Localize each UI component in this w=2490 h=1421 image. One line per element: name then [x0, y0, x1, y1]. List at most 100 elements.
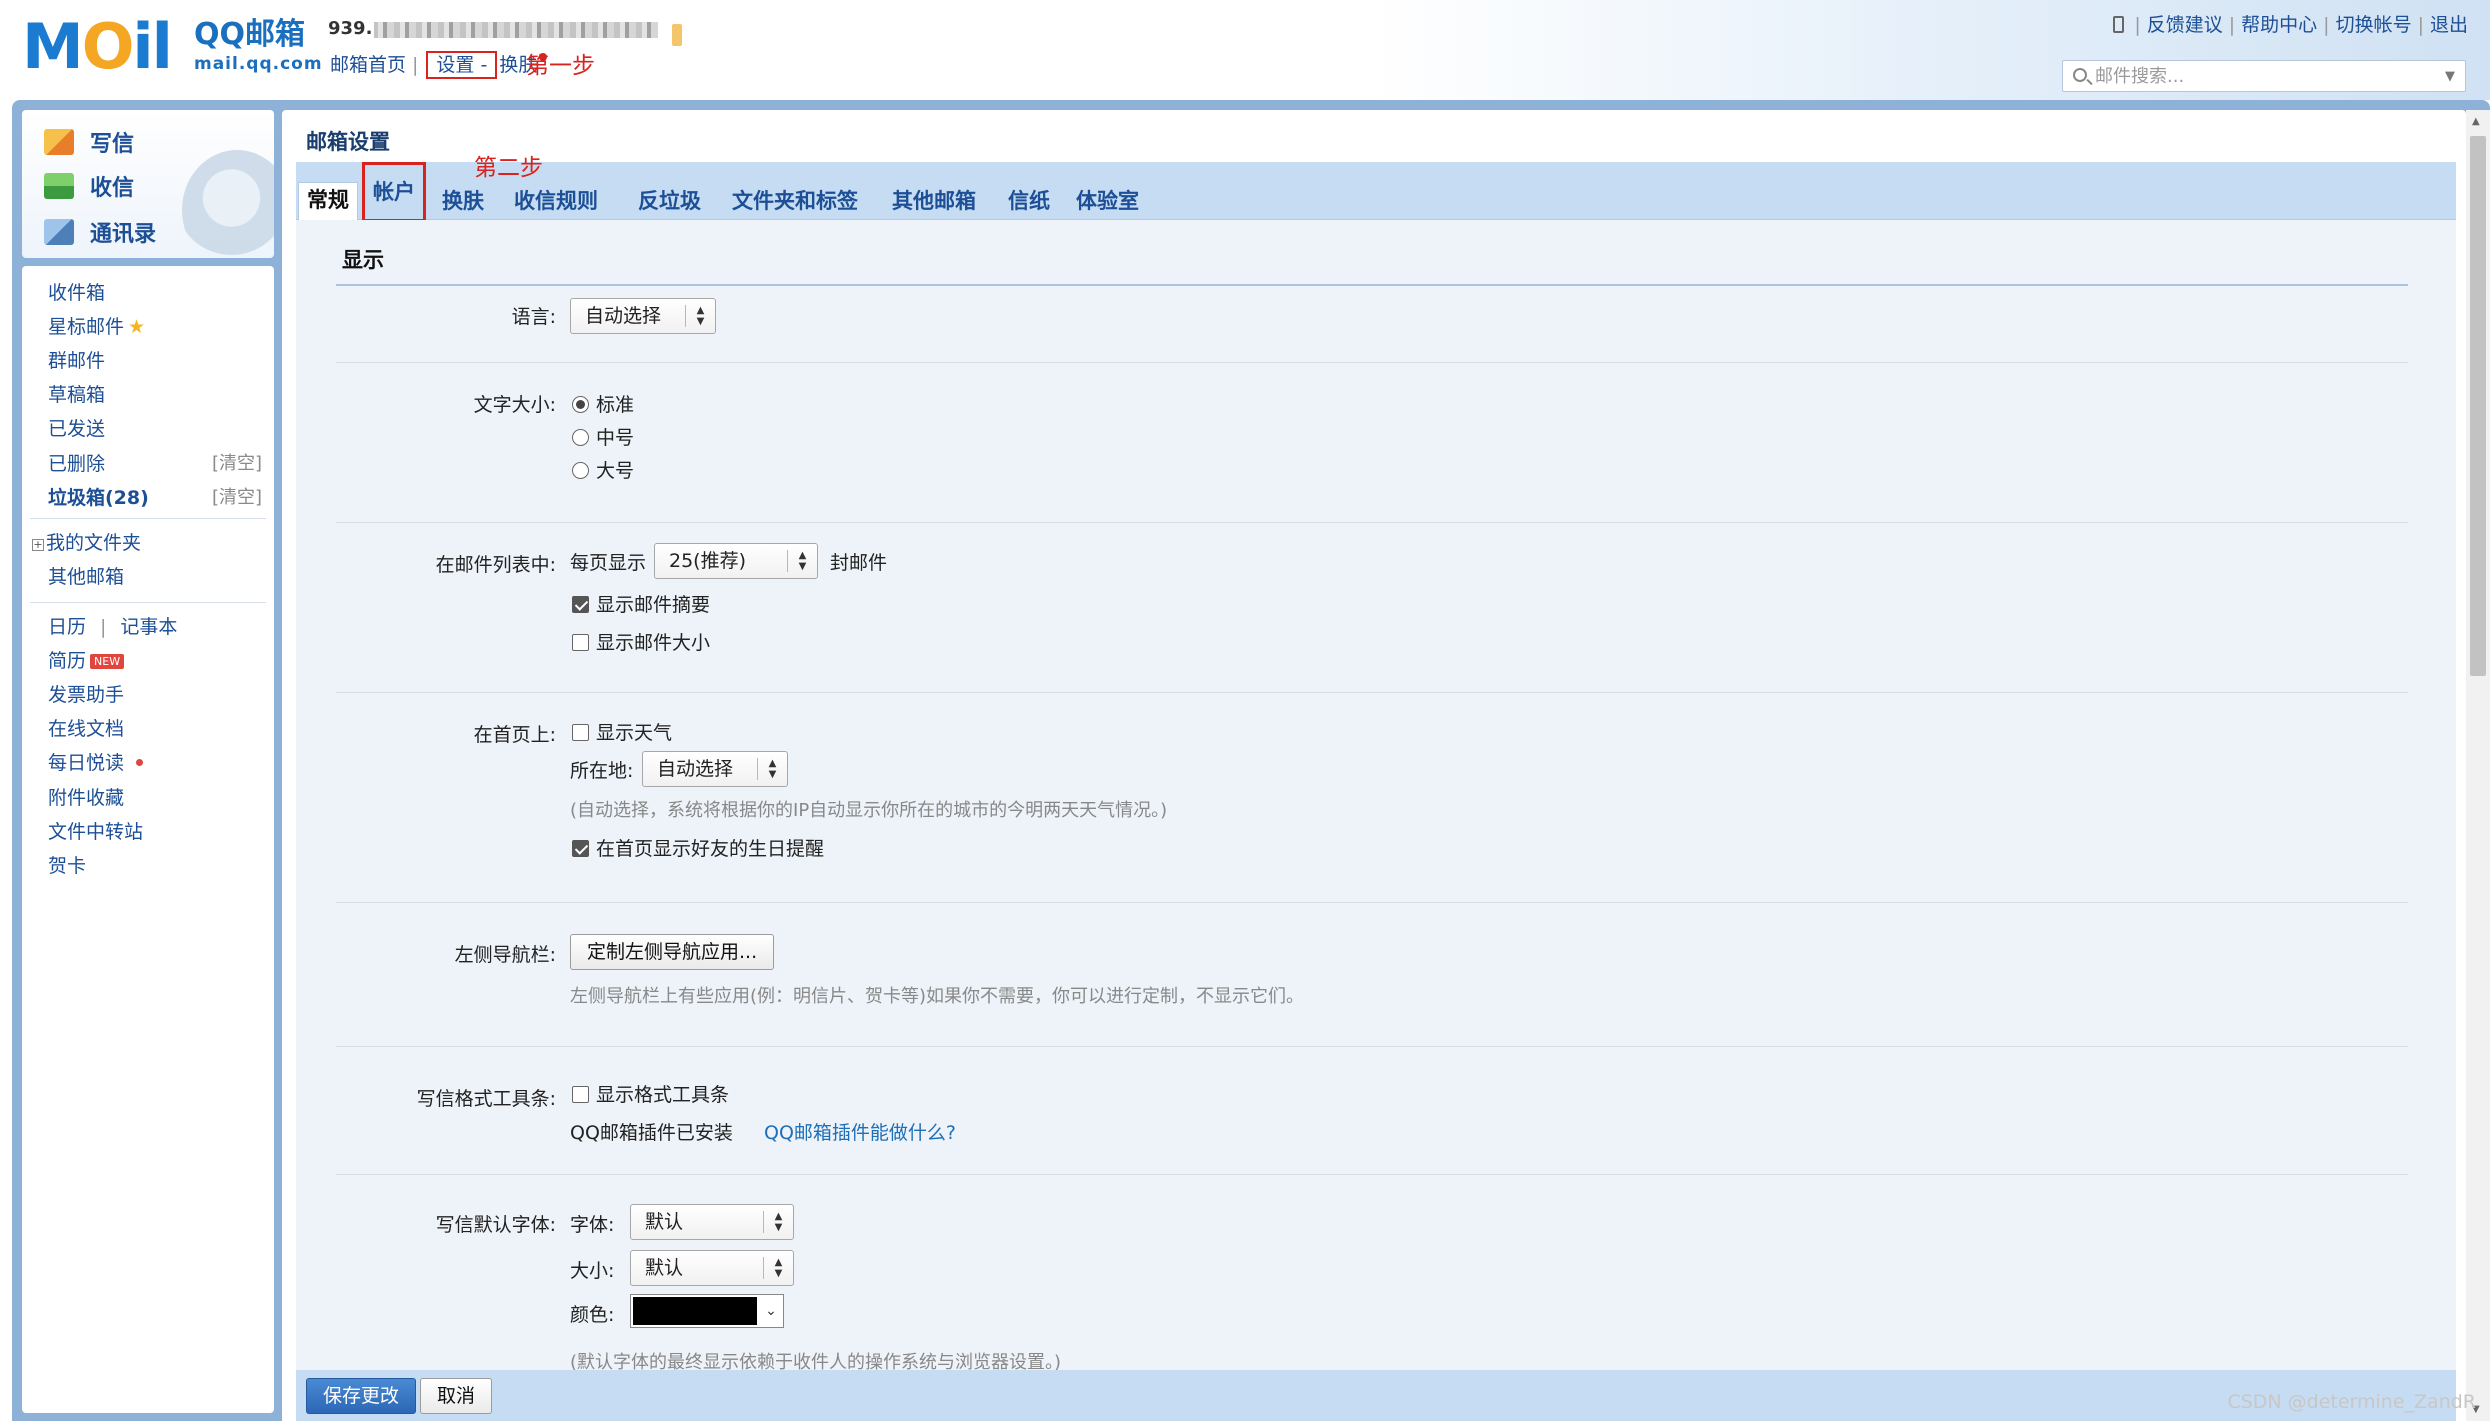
per-page-select[interactable]: 25(推荐) ▲ ▼ [654, 543, 818, 579]
font-size-option-medium[interactable]: 中号 [596, 423, 634, 450]
homepage-label: 在首页上: [473, 724, 556, 746]
tab-lab[interactable]: 体验室 [1068, 184, 1147, 220]
sidebar-divider [30, 602, 266, 603]
font-size-radio-large[interactable] [572, 462, 589, 479]
sidebar-nav: 收件箱 星标邮件 ★ 群邮件 草稿箱 已发送 已删除 [清空] 垃圾箱(28) [… [22, 266, 274, 1413]
select-arrows-icon: ▲ ▼ [787, 550, 817, 572]
sidebar-item-greeting-card[interactable]: 贺卡 [48, 851, 86, 878]
show-format-toolbar-label[interactable]: 显示格式工具条 [596, 1080, 729, 1107]
tab-folders-labels[interactable]: 文件夹和标签 [724, 184, 866, 220]
contacts-button[interactable]: 通讯录 [44, 216, 156, 248]
sidebar-item-sent[interactable]: 已发送 [48, 414, 105, 441]
font-size-radio-medium[interactable] [572, 429, 589, 446]
plugin-installed-text: QQ邮箱插件已安装 [570, 1122, 733, 1144]
tab-anti-spam[interactable]: 反垃圾 [630, 184, 709, 220]
inbox-download-icon [44, 173, 74, 199]
write-icon [44, 129, 74, 155]
show-summary-checkbox[interactable] [572, 596, 589, 613]
settings-link[interactable]: 设置 [436, 54, 474, 76]
tab-account[interactable]: 帐户 [362, 162, 426, 222]
settings-content: 显示 语言: 自动选择 ▲ ▼ 文字大小: 标准 中号 大号 在邮件列表中: 每页… [296, 220, 2456, 1370]
settings-footer: 保存更改 取消 [296, 1370, 2456, 1421]
receive-mail-button[interactable]: 收信 [44, 170, 134, 202]
show-weather-label[interactable]: 显示天气 [596, 718, 672, 745]
right-links: | 反馈建议 | 帮助中心 | 切换帐号 | 退出 [2113, 10, 2468, 37]
tab-stationery[interactable]: 信纸 [1000, 184, 1058, 220]
sidebar-item-invoice[interactable]: 发票助手 [48, 680, 124, 707]
sidebar-item-deleted[interactable]: 已删除 [48, 449, 105, 476]
expand-plus-icon[interactable]: + [32, 539, 44, 551]
vertical-scrollbar[interactable]: ▲ ▼ [2466, 110, 2490, 1421]
sidebar-item-spam[interactable]: 垃圾箱(28) [48, 483, 149, 510]
show-weather-checkbox[interactable] [572, 724, 589, 741]
page-title: 邮箱设置 [306, 130, 390, 154]
scroll-up-icon[interactable]: ▲ [2472, 116, 2480, 127]
account-prefix: 939. [328, 18, 375, 39]
search-options-dropdown-icon[interactable]: ▼ [2445, 69, 2455, 84]
compose-button[interactable]: 写信 [44, 126, 134, 158]
font-color-swatch [633, 1297, 757, 1325]
birthday-reminder-label[interactable]: 在首页显示好友的生日提醒 [596, 834, 824, 861]
show-size-label[interactable]: 显示邮件大小 [596, 628, 710, 655]
sidebar-item-my-folders[interactable]: + 我的文件夹 [32, 528, 141, 555]
font-size-default-select[interactable]: 默认 ▲ ▼ [630, 1250, 794, 1286]
sidebar-item-other-mailbox[interactable]: 其他邮箱 [48, 562, 124, 589]
help-center-link[interactable]: 帮助中心 [2241, 14, 2317, 36]
sidebar-item-group-mail[interactable]: 群邮件 [48, 346, 105, 373]
mail-search-box[interactable]: ▼ [2062, 60, 2466, 92]
feedback-link[interactable]: 反馈建议 [2147, 14, 2223, 36]
mail-list-label: 在邮件列表中: [435, 554, 556, 576]
tab-other-mailbox[interactable]: 其他邮箱 [884, 184, 984, 220]
customize-left-nav-button[interactable]: 定制左侧导航应用... [570, 934, 775, 970]
logout-link[interactable]: 退出 [2430, 14, 2468, 36]
switch-account-link[interactable]: 切换帐号 [2336, 14, 2412, 36]
font-face-select[interactable]: 默认 ▲ ▼ [630, 1204, 794, 1240]
cancel-button[interactable]: 取消 [420, 1378, 493, 1414]
tab-skin[interactable]: 换肤 [434, 184, 492, 220]
sidebar-item-attachments[interactable]: 附件收藏 [48, 783, 124, 810]
language-select[interactable]: 自动选择 ▲ ▼ [570, 298, 716, 334]
plugin-info-link[interactable]: QQ邮箱插件能做什么? [764, 1118, 956, 1145]
select-arrows-icon: ▲ ▼ [685, 305, 715, 327]
font-size-radio-standard[interactable] [572, 396, 589, 413]
scroll-thumb[interactable] [2470, 136, 2486, 676]
font-size-option-standard[interactable]: 标准 [596, 390, 634, 417]
empty-spam-link[interactable]: [清空] [212, 483, 262, 509]
show-size-checkbox[interactable] [572, 634, 589, 651]
mailbox-home-link[interactable]: 邮箱首页 [330, 54, 406, 76]
sidebar-item-file-transfer[interactable]: 文件中转站 [48, 817, 143, 844]
sidebar-item-calendar[interactable]: 日历 [48, 616, 86, 638]
unread-dot-icon [136, 759, 144, 766]
settings-dropdown-icon[interactable]: - [480, 54, 487, 76]
sidebar-item-resume[interactable]: 简历 NEW [48, 646, 125, 673]
sidebar-item-drafts[interactable]: 草稿箱 [48, 380, 105, 407]
tab-mail-rules[interactable]: 收信规则 [506, 184, 606, 220]
show-summary-label[interactable]: 显示邮件摘要 [596, 590, 710, 617]
new-badge: NEW [90, 654, 125, 669]
sidebar-item-inbox[interactable]: 收件箱 [48, 278, 105, 305]
sidebar-item-daily-reading[interactable]: 每日悦读 [48, 748, 144, 775]
left-nav-hint: 左侧导航栏上有些应用(例：明信片、贺卡等)如果你不需要，你可以进行定制，不显示它… [570, 986, 1305, 1007]
qq-mail-logo[interactable]: MOil QQ邮箱 mail.qq.com [22, 14, 322, 80]
link-separator: | [412, 54, 419, 76]
empty-deleted-link[interactable]: [清空] [212, 449, 262, 475]
vip-badge-icon[interactable] [672, 24, 682, 46]
sidebar-item-notes[interactable]: 记事本 [120, 616, 177, 638]
per-page-suffix: 封邮件 [830, 552, 888, 574]
birthday-reminder-checkbox[interactable] [572, 840, 589, 857]
location-select[interactable]: 自动选择 ▲ ▼ [642, 751, 788, 787]
tab-general[interactable]: 常规 [298, 182, 358, 220]
search-icon[interactable] [2073, 68, 2087, 82]
save-changes-button[interactable]: 保存更改 [306, 1378, 417, 1414]
sidebar-item-starred[interactable]: 星标邮件 ★ [48, 312, 145, 339]
logo-brand: QQ邮箱 [194, 17, 306, 52]
font-color-select[interactable]: ⌄ [630, 1294, 784, 1328]
star-icon: ★ [128, 316, 146, 338]
sidebar-item-online-docs[interactable]: 在线文档 [48, 714, 124, 741]
show-format-toolbar-checkbox[interactable] [572, 1086, 589, 1103]
font-size-label: 文字大小: [473, 394, 556, 416]
mail-search-input[interactable] [2095, 64, 2425, 88]
mobile-phone-icon[interactable] [2113, 16, 2125, 33]
sidebar-divider [30, 518, 266, 519]
font-size-option-large[interactable]: 大号 [596, 456, 634, 483]
